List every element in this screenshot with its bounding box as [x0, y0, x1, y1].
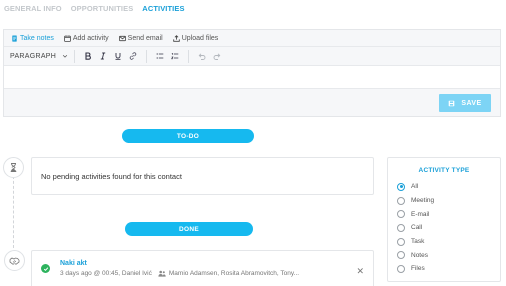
note-editor: Take notes Add activity Send email Uploa… [3, 29, 501, 117]
bold-button[interactable] [80, 49, 95, 63]
radio-button [397, 251, 405, 260]
activity-card: Naki akt 3 days ago @ 00:45, Daniel Ivić… [31, 250, 374, 286]
radio-call[interactable]: Call [397, 221, 434, 235]
chevron-down-icon [63, 54, 68, 58]
radio-email[interactable]: E-mail [397, 207, 434, 221]
radio-meeting[interactable]: Meeting [397, 194, 434, 208]
upload-files-button[interactable]: Upload files [172, 34, 219, 42]
undo-icon [198, 53, 206, 60]
link-button[interactable] [125, 49, 140, 63]
save-button[interactable]: SAVE [439, 94, 491, 112]
italic-icon [100, 52, 105, 60]
activity-title-link[interactable]: Naki akt [60, 260, 87, 267]
format-toolbar: PARAGRAPH [4, 47, 500, 66]
todo-empty-card: No pending activities found for this con… [31, 157, 374, 195]
radio-label: All [411, 183, 419, 191]
note-text-area[interactable] [4, 66, 500, 89]
tab-opportunities[interactable]: OPPORTUNITIES [71, 4, 134, 13]
radio-button [397, 182, 405, 191]
calendar-icon [64, 34, 71, 42]
radio-label: Task [411, 238, 425, 246]
tab-activities[interactable]: ACTIVITIES [142, 4, 184, 13]
activity-participants-list: Mamio Adamsen, Rosita Abramovitch, Tony.… [168, 270, 300, 277]
activity-timestamp-author: 3 days ago @ 00:45, Daniel Ivić [60, 270, 152, 277]
upload-icon [172, 34, 180, 42]
completed-check-icon [41, 264, 50, 273]
radio-label: E-mail [411, 210, 430, 218]
todo-empty-message: No pending activities found for this con… [41, 172, 182, 181]
participants-icon [158, 270, 166, 277]
radio-label: Notes [411, 251, 428, 259]
todo-section-header: TO-DO [122, 129, 254, 143]
tab-general-info[interactable]: GENERAL INFO [4, 4, 62, 13]
hourglass-icon [10, 163, 17, 172]
activity-participants: Mamio Adamsen, Rosita Abramovitch, Tony.… [158, 270, 299, 277]
envelope-icon [118, 35, 126, 41]
radio-button [397, 223, 405, 232]
radio-task[interactable]: Task [397, 235, 434, 249]
radio-all[interactable]: All [397, 180, 434, 194]
italic-button[interactable] [95, 49, 110, 63]
underline-icon [115, 53, 121, 60]
notes-icon [12, 34, 17, 42]
timeline-done-marker [4, 250, 25, 271]
activity-type-filter: ACTIVITY TYPE All Meeting E-mail Call Ta… [387, 157, 501, 282]
underline-button[interactable] [110, 49, 125, 63]
save-label: SAVE [461, 99, 482, 107]
radio-label: Files [411, 265, 425, 273]
radio-files[interactable]: Files [397, 262, 434, 276]
timeline-todo-marker [3, 157, 24, 178]
editor-footer: SAVE [4, 89, 500, 116]
bullet-list-button[interactable] [152, 49, 167, 63]
radio-button [397, 237, 405, 246]
activity-type-options: All Meeting E-mail Call Task Notes Files [397, 180, 434, 276]
timeline-line [13, 176, 14, 248]
paragraph-format-value: PARAGRAPH [10, 52, 57, 60]
done-section-header: DONE [125, 222, 253, 236]
upload-files-label: Upload files [181, 34, 219, 42]
activity-type-title: ACTIVITY TYPE [418, 167, 470, 174]
undo-button[interactable] [194, 49, 209, 63]
radio-button [397, 264, 405, 273]
add-activity-button[interactable]: Add activity [64, 35, 109, 42]
radio-button [397, 210, 405, 219]
save-icon [449, 100, 455, 106]
toolbar-divider [74, 49, 76, 63]
editor-action-bar: Take notes Add activity Send email Uploa… [4, 30, 500, 47]
bullet-list-icon [156, 53, 163, 59]
close-icon[interactable]: ✕ [356, 267, 364, 276]
link-icon [129, 52, 136, 60]
send-email-button[interactable]: Send email [118, 34, 163, 42]
redo-button[interactable] [209, 49, 224, 63]
take-notes-label: Take notes [20, 34, 54, 42]
toolbar-divider [146, 49, 148, 63]
take-notes-button[interactable]: Take notes [11, 35, 54, 42]
radio-label: Call [411, 224, 423, 232]
handshake-icon [9, 257, 20, 265]
radio-label: Meeting [411, 197, 435, 205]
send-email-label: Send email [127, 34, 163, 42]
tab-bar: GENERAL INFO OPPORTUNITIES ACTIVITIES [4, 4, 185, 13]
toolbar-divider [188, 49, 190, 63]
add-activity-label: Add activity [72, 34, 109, 42]
numbered-list-button[interactable] [167, 49, 182, 63]
activity-meta: 3 days ago @ 00:45, Daniel Ivić Mamio Ad… [60, 270, 299, 277]
redo-icon [213, 53, 220, 60]
radio-button [397, 196, 405, 205]
bold-icon [85, 52, 91, 60]
radio-notes[interactable]: Notes [397, 248, 434, 262]
numbered-list-icon [170, 52, 178, 60]
paragraph-format-select[interactable]: PARAGRAPH [10, 53, 68, 60]
